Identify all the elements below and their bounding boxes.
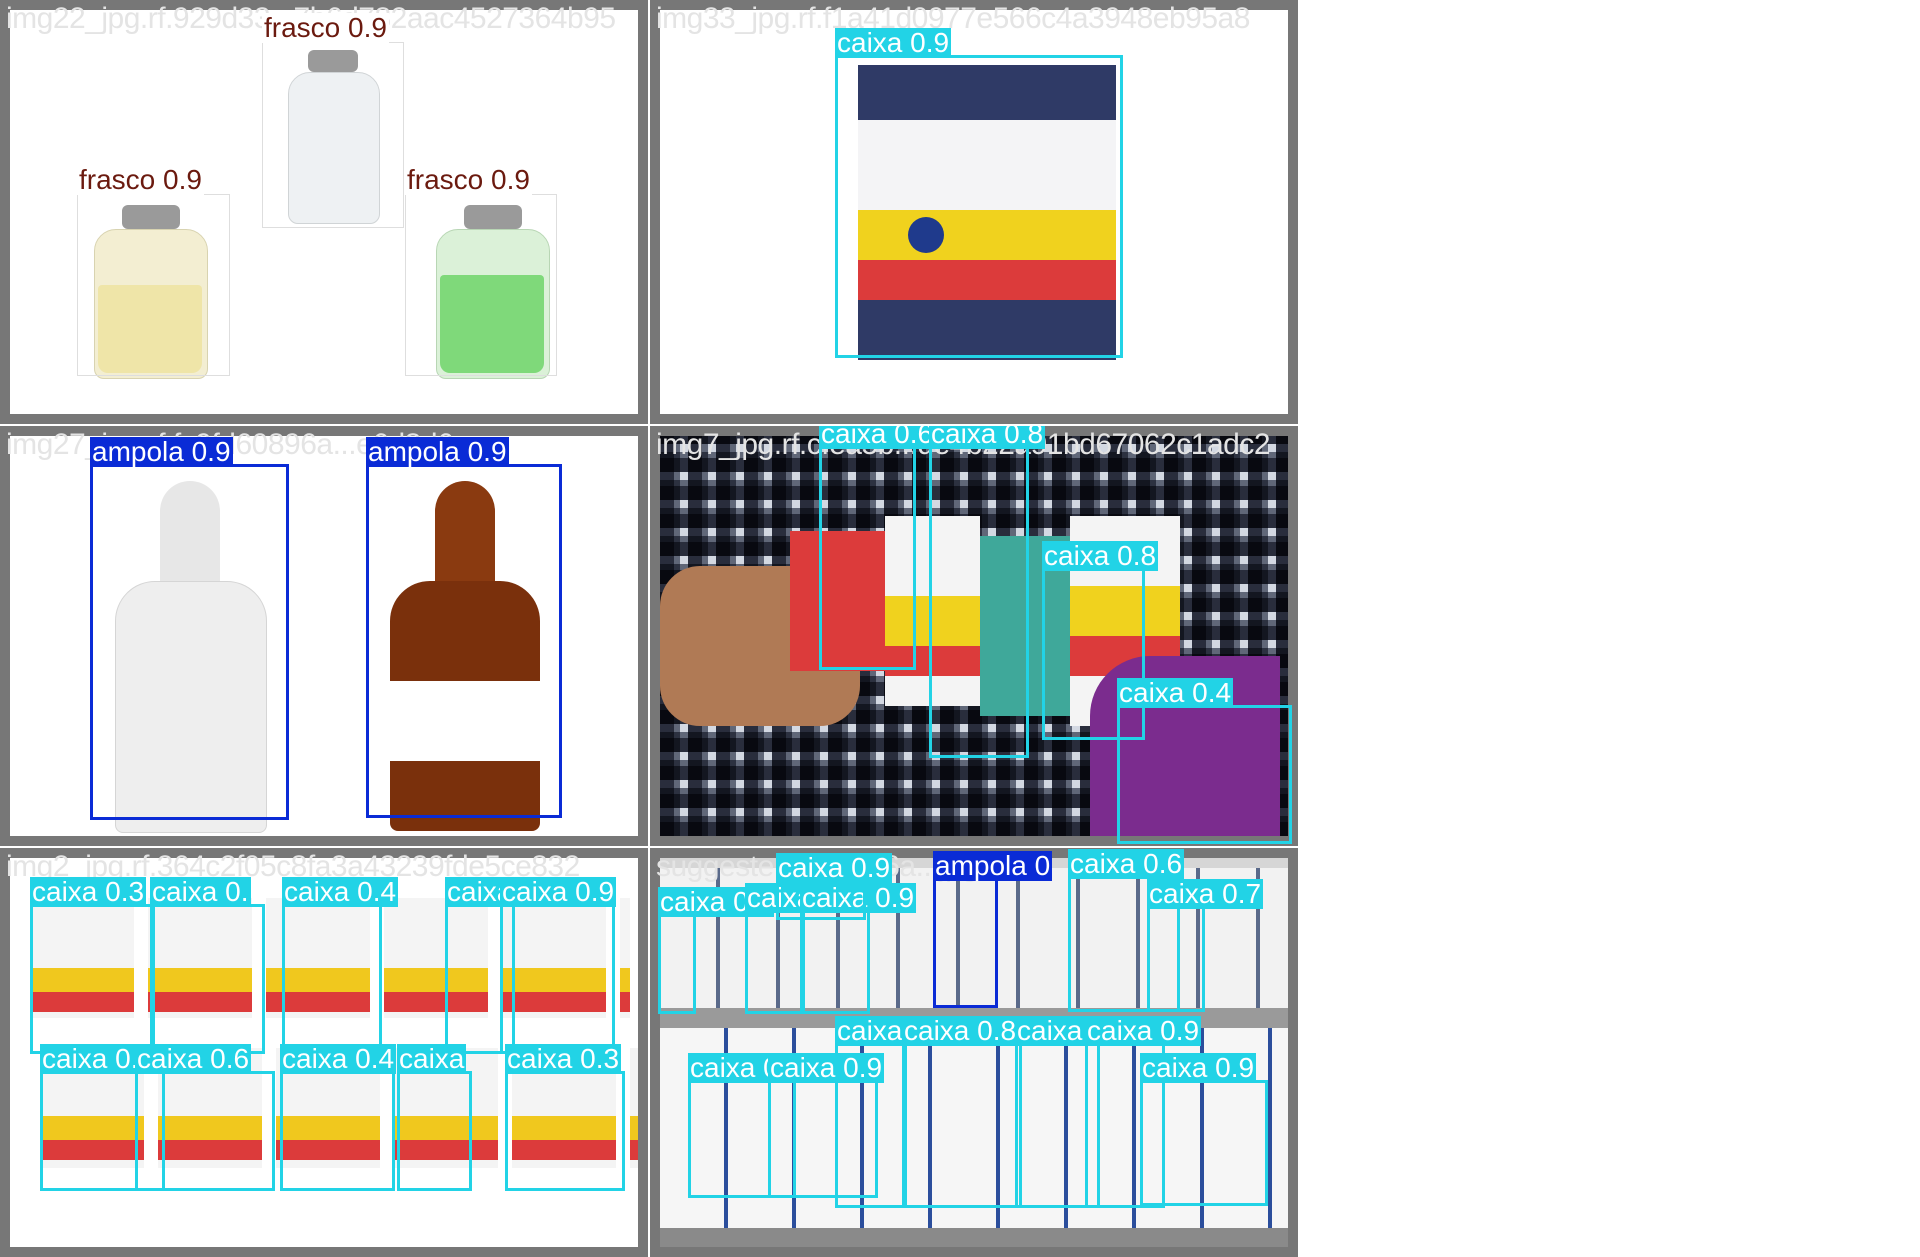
- detection-label: frasco 0.9: [405, 164, 532, 195]
- detection-box: caixa 0.6: [135, 1044, 275, 1191]
- detection-box: frasco 0.9: [77, 165, 230, 376]
- detection-label: caixa 0.3: [30, 876, 147, 907]
- detection-label: caixa 0.9: [1085, 1015, 1202, 1046]
- detection-box: ampola 0: [933, 851, 1053, 1008]
- detection-label: ampola 0.9: [366, 436, 509, 467]
- detection-label: caixa: [397, 1043, 467, 1074]
- detection-label: caixa 0.6: [135, 1043, 252, 1074]
- detection-box: caixa: [397, 1044, 472, 1191]
- detection-box: caixa 0.9: [776, 853, 893, 920]
- detection-label: ampola 0: [933, 850, 1053, 881]
- tile-filename: img33_jpg.rf.f1a41d0977e566c4a3948eb95a8: [656, 2, 1250, 35]
- detection-label: caixa 0.9: [768, 1052, 885, 1083]
- detection-box: ampola 0.9: [366, 437, 562, 818]
- detection-box: caixa 0.6: [819, 426, 936, 670]
- detection-label: caixa 0.8: [1042, 540, 1159, 571]
- detection-label: caixa 0.9: [500, 876, 617, 907]
- detection-box: caixa 0.7: [1147, 879, 1264, 1012]
- detection-label: caixa 0.6: [1068, 848, 1185, 879]
- detection-box: caixa 0.3: [30, 877, 155, 1054]
- detection-label: caixa 0.4: [1117, 677, 1234, 708]
- detection-box: caixa 0.8: [929, 426, 1046, 758]
- detection-label: frasco 0.9: [77, 164, 204, 195]
- detection-box: caixa 0.4: [280, 1044, 397, 1191]
- detection-box: caixa 0.8: [745, 883, 862, 1014]
- detection-label: caixa: [835, 1015, 905, 1046]
- detection-label: caixa 0.7: [1147, 878, 1264, 909]
- detection-label: frasco 0.9: [262, 12, 389, 43]
- detection-label: caixa 0.: [150, 876, 251, 907]
- detection-box: caixa 0.9: [768, 1053, 885, 1198]
- detection-box: caixa 0.4: [1117, 678, 1292, 844]
- detection-label: caixa 0.9: [776, 852, 893, 883]
- detection-label: caixa 0.6: [819, 426, 936, 449]
- detection-box: caixa 0.9: [800, 883, 917, 1014]
- detection-box: caixa 0.9: [500, 877, 617, 1054]
- detection-box: caixa 0.9: [835, 28, 1123, 358]
- detection-label: ampola 0.9: [90, 436, 233, 467]
- detection-label: caixa 0.4: [280, 1043, 397, 1074]
- detection-label: caixa 0.4: [282, 876, 399, 907]
- detection-box: frasco 0.9: [405, 165, 557, 376]
- detection-box: frasco 0.9: [262, 13, 404, 228]
- detection-label: caixa 0.9: [1140, 1052, 1257, 1083]
- detection-label: caixa 0.3: [505, 1043, 622, 1074]
- detection-label: caixa 0.9: [835, 27, 952, 58]
- detection-box: caixa 0.: [150, 877, 265, 1054]
- detection-box: caixa 0.4: [282, 877, 399, 1054]
- shelf-base: [660, 1228, 1288, 1247]
- detection-label: caixa 0.8: [929, 426, 1046, 449]
- tile-frascos: img22_jpg.rf.929d33...7b6d782aac4527364b…: [0, 0, 648, 424]
- tile-farmafine: img2_jpg.rf.364c2f05c8fa3a43239fde5ce832…: [0, 848, 648, 1257]
- detection-mosaic: img22_jpg.rf.929d33...7b6d782aac4527364b…: [0, 0, 1298, 1257]
- detection-label: caixa 0.: [40, 1043, 141, 1074]
- detection-box: caixa 0.9: [1140, 1053, 1268, 1206]
- tile-caixa-single: img33_jpg.rf.f1a41d0977e566c4a3948eb95a8…: [650, 0, 1298, 424]
- tile-caixas-hands: img7_jpg.rf.cfea5b...de4b22a91bd67062c1a…: [650, 426, 1298, 846]
- detection-box: caixa 0.5: [658, 887, 775, 1014]
- detection-box: caixa 0.8: [902, 1016, 1022, 1208]
- tile-ampolas: img27_jpg.rf.fc9fd60896a...e6d8d6a ampol…: [0, 426, 648, 846]
- detection-box: ampola 0.9: [90, 437, 289, 820]
- detection-box: caixa 0.3: [505, 1044, 625, 1191]
- tile-shelf: suggeste...Kv...5v6a...jpg.rf.7f caixa 0…: [650, 848, 1298, 1257]
- detection-label: caixa 0.8: [902, 1015, 1019, 1046]
